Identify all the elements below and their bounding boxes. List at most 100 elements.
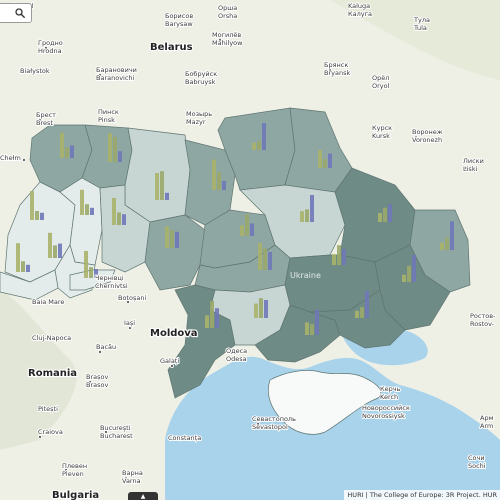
bar-zhytomyr-2[interactable] <box>165 192 169 200</box>
bar-odesa-1[interactable] <box>210 301 214 328</box>
expand-panel-button[interactable]: ▲ <box>128 492 158 500</box>
bar-zhytomyr-1[interactable] <box>160 171 164 200</box>
bar-donetsk-0[interactable] <box>402 274 406 282</box>
bar-kherson-2[interactable] <box>315 309 319 335</box>
bar-sumy-2[interactable] <box>328 153 332 168</box>
bar-vinnytsia-2[interactable] <box>175 231 179 248</box>
bar-luhansk-1[interactable] <box>445 237 449 250</box>
bar-ivano-frankivsk-0[interactable] <box>84 251 88 278</box>
bar-khmelnytskyi-0[interactable] <box>112 198 116 225</box>
bar-volyn-2[interactable] <box>70 145 74 158</box>
city-label: Bucureşti <box>100 424 131 432</box>
bar-zakarpattia-0[interactable] <box>30 191 34 220</box>
bar-odesa-2[interactable] <box>215 308 219 328</box>
city-label: Botoșani <box>118 294 146 302</box>
city-label: Tula <box>413 24 427 32</box>
bar-zaporizhzhia-2[interactable] <box>365 291 369 318</box>
city-label: Iași <box>124 319 135 327</box>
bar-kyiv-1[interactable] <box>217 172 221 190</box>
city-label: Chełm <box>0 154 21 162</box>
search-box[interactable] <box>0 3 32 23</box>
bar-mykolaiv-0[interactable] <box>254 303 258 318</box>
region-rivne[interactable] <box>81 124 133 189</box>
bar-khmelnytskyi-2[interactable] <box>122 214 126 225</box>
city-label: Mazyr <box>186 118 206 126</box>
map-canvas[interactable]: Belarus Moldova Romania Bulgaria Ukraine… <box>0 0 500 500</box>
bar-rivne-1[interactable] <box>113 136 117 162</box>
bar-donetsk-2[interactable] <box>412 255 416 282</box>
bar-kherson-1[interactable] <box>310 324 314 335</box>
bar-sumy-1[interactable] <box>323 159 327 168</box>
bar-chernivtsi-0[interactable] <box>80 189 84 215</box>
bar-zhytomyr-0[interactable] <box>155 173 159 200</box>
city-label: Craiova <box>38 428 63 436</box>
bar-ternopil-2[interactable] <box>58 243 62 258</box>
city-label: Odesa <box>226 355 247 363</box>
bar-ternopil-0[interactable] <box>48 232 52 258</box>
bar-vinnytsia-0[interactable] <box>165 226 169 248</box>
bar-kirovohrad-2[interactable] <box>268 252 272 270</box>
city-label: Сочи <box>468 454 485 462</box>
bar-lviv-2[interactable] <box>26 264 30 272</box>
bar-zaporizhzhia-1[interactable] <box>360 307 364 318</box>
bar-poltava-1[interactable] <box>305 209 309 222</box>
bar-mykolaiv-2[interactable] <box>264 300 268 318</box>
bar-ivano-frankivsk-1[interactable] <box>89 267 93 278</box>
bar-lviv-1[interactable] <box>21 261 25 272</box>
bar-chernivtsi-1[interactable] <box>85 204 89 215</box>
bar-chernihiv-1[interactable] <box>257 141 261 150</box>
bar-poltava-0[interactable] <box>300 211 304 222</box>
city-label: Bacău <box>96 343 116 351</box>
bar-kharkiv-2[interactable] <box>388 204 392 222</box>
city-label: Babruysk <box>185 78 216 86</box>
bar-luhansk-2[interactable] <box>450 221 454 250</box>
bar-volyn-0[interactable] <box>60 132 64 158</box>
bar-cherkasy-0[interactable] <box>240 225 244 236</box>
city-label: Лиски <box>463 157 484 165</box>
bar-dnipropetrovsk-0[interactable] <box>332 254 336 265</box>
bar-kherson-0[interactable] <box>305 322 309 335</box>
city-label: Чернівці <box>95 274 124 282</box>
bar-kirovohrad-0[interactable] <box>258 243 262 270</box>
bar-cherkasy-2[interactable] <box>250 223 254 236</box>
bar-kyiv-2[interactable] <box>222 181 226 190</box>
bar-chernihiv-0[interactable] <box>252 142 256 150</box>
bar-poltava-2[interactable] <box>310 195 314 222</box>
bar-chernihiv-2[interactable] <box>262 123 266 150</box>
bar-lviv-0[interactable] <box>16 243 20 272</box>
city-label: Могилёв <box>212 31 241 39</box>
bar-luhansk-0[interactable] <box>440 242 444 250</box>
city-label: Bryansk <box>324 69 350 77</box>
city-label: Арм <box>480 414 494 422</box>
city-label: Brașov <box>86 373 108 381</box>
search-button[interactable] <box>11 5 29 21</box>
bar-mykolaiv-1[interactable] <box>259 298 263 318</box>
map-attribution: HURI | The College of Europe: 3R Project… <box>344 490 500 500</box>
city-label: Брянск <box>324 61 348 69</box>
bar-vinnytsia-1[interactable] <box>170 230 174 248</box>
bar-kirovohrad-1[interactable] <box>263 248 267 270</box>
bar-rivne-2[interactable] <box>118 151 122 162</box>
city-label: Voronezh <box>412 136 442 144</box>
bar-khmelnytskyi-1[interactable] <box>117 212 121 225</box>
bar-rivne-0[interactable] <box>108 133 112 162</box>
bar-zakarpattia-2[interactable] <box>40 212 44 220</box>
bar-zaporizhzhia-0[interactable] <box>355 310 359 318</box>
bar-dnipropetrovsk-1[interactable] <box>337 245 341 265</box>
city-label: Chernivtsi <box>95 282 128 290</box>
bar-sumy-0[interactable] <box>318 150 322 168</box>
bar-donetsk-1[interactable] <box>407 265 411 282</box>
city-label: Pinsk <box>98 116 115 124</box>
bar-kyiv-0[interactable] <box>212 159 216 190</box>
bar-ternopil-1[interactable] <box>53 245 57 258</box>
bar-cherkasy-1[interactable] <box>245 214 249 236</box>
bar-kharkiv-0[interactable] <box>378 213 382 222</box>
city-label: Sochi <box>468 462 486 470</box>
bar-chernivtsi-2[interactable] <box>90 207 94 215</box>
bar-kharkiv-1[interactable] <box>383 207 387 222</box>
bar-zakarpattia-1[interactable] <box>35 211 39 220</box>
bar-odesa-0[interactable] <box>205 315 209 328</box>
bar-volyn-1[interactable] <box>65 147 69 158</box>
city-label: Пинск <box>98 108 119 116</box>
bar-dnipropetrovsk-2[interactable] <box>342 248 346 265</box>
